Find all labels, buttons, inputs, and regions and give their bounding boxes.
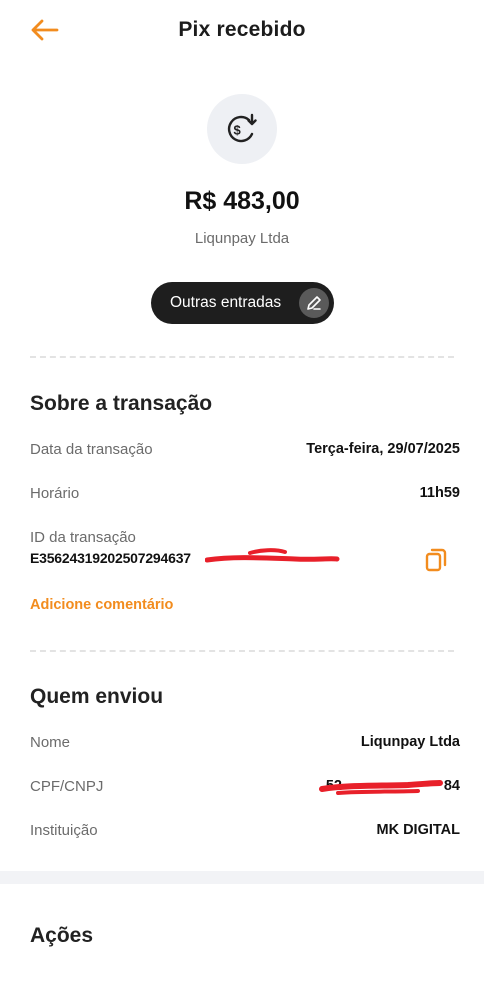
actions-section-title: Ações: [30, 924, 94, 947]
svg-text:$: $: [234, 123, 242, 138]
sender-section-title: Quem enviou: [30, 685, 164, 708]
date-value: Terça-feira, 29/07/2025: [306, 441, 460, 457]
pencil-icon[interactable]: [299, 288, 329, 318]
copy-button[interactable]: [421, 545, 451, 575]
add-comment-link[interactable]: Adicione comentário: [30, 597, 173, 613]
page-title: Pix recebido: [178, 18, 306, 41]
transaction-id-label: ID da transação: [30, 529, 136, 546]
counterparty-name: Liqunpay Ltda: [194, 230, 290, 247]
institution-value: MK DIGITAL: [376, 822, 461, 838]
top-bar: Pix recebido: [0, 0, 484, 62]
time-label: Horário: [30, 485, 80, 502]
redaction-scribble: [205, 548, 340, 563]
section-separator: [0, 871, 484, 884]
copy-icon: [425, 548, 447, 572]
date-label: Data da transação: [30, 441, 153, 458]
category-label: Outras entradas: [170, 294, 282, 311]
dashed-divider: [30, 650, 454, 652]
transaction-section-title: Sobre a transação: [30, 392, 213, 415]
amount-value: R$ 483,00: [184, 187, 300, 215]
category-pill[interactable]: Outras entradas: [151, 282, 334, 324]
transaction-id-value: E35624319202507294637: [30, 550, 191, 566]
sender-name-value: Liqunpay Ltda: [360, 734, 460, 750]
money-receive-icon: $: [207, 94, 277, 164]
cpf-cnpj-label: CPF/CNPJ: [30, 778, 104, 795]
dashed-divider: [30, 356, 454, 358]
cpf-cnpj-value-end: 84: [443, 778, 460, 794]
institution-label: Instituição: [30, 822, 98, 839]
time-value: 11h59: [419, 485, 460, 501]
cpf-cnpj-value-start: 52: [325, 778, 342, 794]
sender-name-label: Nome: [30, 734, 71, 751]
